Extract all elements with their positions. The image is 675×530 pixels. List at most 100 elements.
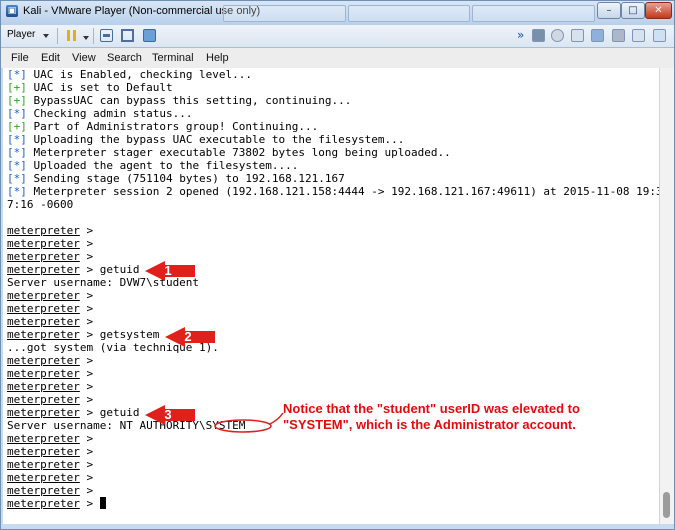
- title-bar[interactable]: ▣ Kali - VMware Player (Non-commercial u…: [1, 1, 674, 25]
- terminal-line: meterpreter >: [7, 393, 93, 406]
- terminal-line: [*] UAC is Enabled, checking level...: [7, 68, 252, 81]
- text-cursor: [99, 497, 106, 509]
- meterpreter-prompt: meterpreter: [7, 263, 80, 276]
- terminal-text: >: [79, 393, 94, 406]
- menu-edit[interactable]: Edit: [41, 52, 60, 64]
- callout-number: 1: [164, 263, 172, 278]
- terminal-line: meterpreter >: [7, 497, 106, 510]
- annotation-line-2: "SYSTEM", which is the Administrator acc…: [283, 417, 576, 432]
- meterpreter-prompt: meterpreter: [7, 315, 80, 328]
- menu-terminal[interactable]: Terminal: [152, 52, 194, 64]
- terminal-line: [*] Checking admin status...: [7, 107, 192, 120]
- terminal-text: UAC is set to Default: [26, 81, 173, 94]
- terminal-output[interactable]: [*] UAC is Enabled, checking level... [+]…: [3, 68, 659, 524]
- floppy-icon[interactable]: [571, 29, 584, 42]
- terminal-line: [*] Uploading the bypass UAC executable …: [7, 133, 404, 146]
- terminal-line: meterpreter > getsystem: [7, 328, 159, 341]
- meterpreter-prompt: meterpreter: [7, 458, 80, 471]
- menu-file[interactable]: File: [11, 52, 29, 64]
- status-tag: [*]: [7, 146, 27, 159]
- annotation-note: Notice that the "student" userID was ele…: [283, 401, 580, 433]
- terminal-text: > getuid: [79, 406, 140, 419]
- scrollbar-thumb[interactable]: [663, 492, 670, 518]
- terminal-text: >: [79, 250, 94, 263]
- terminal-text: UAC is Enabled, checking level...: [26, 68, 253, 81]
- terminal-text: > getuid: [79, 263, 140, 276]
- menu-search[interactable]: Search: [107, 52, 142, 64]
- terminal-line: [*] Meterpreter stager executable 73802 …: [7, 146, 451, 159]
- terminal-text: >: [79, 445, 94, 458]
- terminal-text: 7:16 -0600: [7, 198, 74, 211]
- terminal-text: >: [79, 289, 94, 302]
- terminal-text: >: [79, 484, 94, 497]
- player-toolbar: Player »: [1, 25, 674, 48]
- chevron-down-icon[interactable]: [43, 34, 49, 38]
- background-tab: [472, 5, 596, 22]
- close-button[interactable]: ✕: [645, 2, 672, 19]
- fullscreen-icon[interactable]: [121, 29, 134, 42]
- meterpreter-prompt: meterpreter: [7, 289, 80, 302]
- callout-number: 2: [184, 329, 192, 344]
- background-tab: [347, 5, 471, 22]
- hard-disk-icon[interactable]: [532, 29, 545, 42]
- menu-help[interactable]: Help: [206, 52, 229, 64]
- forward-icon[interactable]: »: [517, 29, 530, 42]
- terminal-line: meterpreter >: [7, 250, 93, 263]
- terminal-text: >: [79, 237, 94, 250]
- toolbar-separator: [93, 28, 94, 44]
- terminal-line: meterpreter > getuid: [7, 406, 139, 419]
- terminal-line: 7:16 -0600: [7, 198, 73, 211]
- terminal-line: meterpreter >: [7, 445, 93, 458]
- send-ctrl-alt-del-icon[interactable]: [100, 29, 113, 42]
- terminal-text: >: [79, 315, 94, 328]
- meterpreter-prompt: meterpreter: [7, 393, 80, 406]
- terminal-text: Meterpreter session 2 opened (192.168.12…: [26, 185, 659, 198]
- sound-card-icon[interactable]: [632, 29, 645, 42]
- cd-drive-icon[interactable]: [551, 29, 564, 42]
- minimize-button[interactable]: –: [597, 2, 621, 19]
- meterpreter-prompt: meterpreter: [7, 497, 80, 510]
- meterpreter-prompt: meterpreter: [7, 328, 80, 341]
- terminal-text: >: [79, 380, 94, 393]
- terminal-line: meterpreter > getuid: [7, 263, 139, 276]
- terminal-text: >: [79, 471, 94, 484]
- player-menu-button[interactable]: Player: [7, 29, 35, 40]
- meterpreter-prompt: meterpreter: [7, 250, 80, 263]
- status-tag: [*]: [7, 68, 27, 81]
- terminal-line: [*] Sending stage (751104 bytes) to 192.…: [7, 172, 345, 185]
- meterpreter-prompt: meterpreter: [7, 354, 80, 367]
- terminal-line: meterpreter >: [7, 302, 93, 315]
- meterpreter-prompt: meterpreter: [7, 406, 80, 419]
- meterpreter-prompt: meterpreter: [7, 484, 80, 497]
- terminal-line: meterpreter >: [7, 432, 93, 445]
- printer-icon[interactable]: [612, 29, 625, 42]
- terminal-text: >: [79, 354, 94, 367]
- vmware-app-icon: ▣: [6, 5, 18, 17]
- menu-view[interactable]: View: [72, 52, 96, 64]
- network-adapter-icon[interactable]: [591, 29, 604, 42]
- pause-icon[interactable]: [65, 29, 78, 42]
- background-window-tabs: [223, 5, 596, 22]
- status-tag: [*]: [7, 185, 27, 198]
- meterpreter-prompt: meterpreter: [7, 445, 80, 458]
- terminal-scrollbar[interactable]: [659, 68, 674, 524]
- terminal-line: [*] Uploaded the agent to the filesystem…: [7, 159, 298, 172]
- status-tag: [*]: [7, 107, 27, 120]
- callout-number: 3: [164, 407, 172, 422]
- unity-icon[interactable]: [143, 29, 156, 42]
- status-tag: [*]: [7, 172, 27, 185]
- terminal-text: > getsystem: [79, 328, 160, 341]
- terminal-line: meterpreter >: [7, 380, 93, 393]
- message-log-icon[interactable]: [653, 29, 666, 42]
- meterpreter-prompt: meterpreter: [7, 471, 80, 484]
- terminal-text: Checking admin status...: [26, 107, 193, 120]
- terminal-line: [+] BypassUAC can bypass this setting, c…: [7, 94, 351, 107]
- chevron-down-icon[interactable]: [83, 36, 89, 40]
- terminal-text: Meterpreter stager executable 73802 byte…: [26, 146, 451, 159]
- terminal-line: meterpreter >: [7, 354, 93, 367]
- maximize-button[interactable]: □: [621, 2, 645, 19]
- meterpreter-prompt: meterpreter: [7, 432, 80, 445]
- meterpreter-prompt: meterpreter: [7, 302, 80, 315]
- terminal-line: meterpreter >: [7, 484, 93, 497]
- annotation-line-1: Notice that the "student" userID was ele…: [283, 401, 580, 416]
